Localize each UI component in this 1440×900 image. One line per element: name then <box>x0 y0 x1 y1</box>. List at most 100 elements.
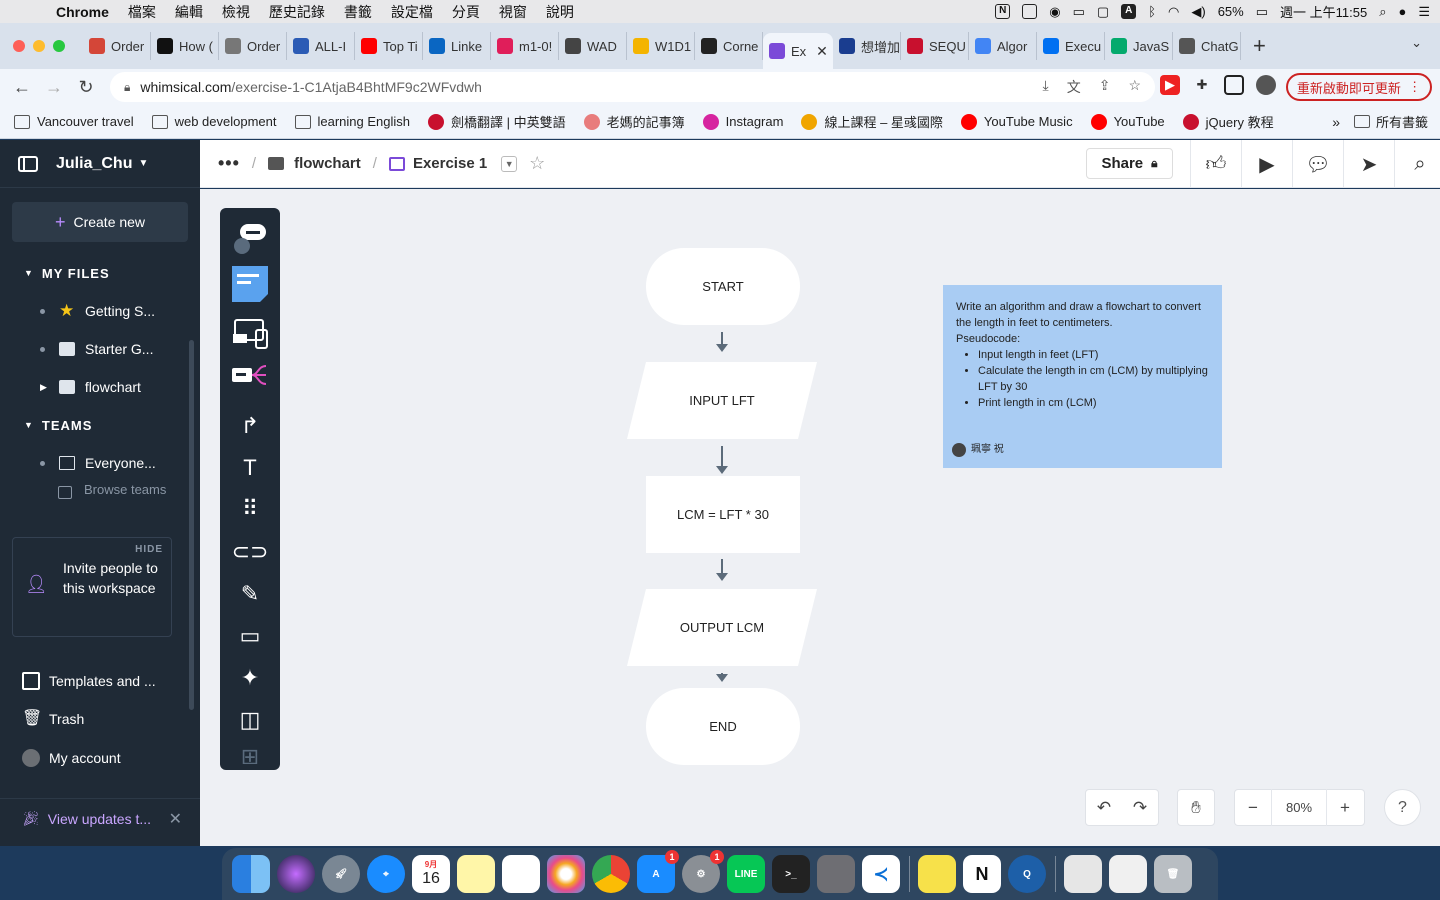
extension-red-icon[interactable]: ▶ <box>1160 75 1180 95</box>
profile-avatar[interactable] <box>1256 75 1276 95</box>
connector-arrow[interactable] <box>716 332 728 352</box>
bookmark-item[interactable]: web development <box>151 114 277 129</box>
view-updates-banner[interactable]: 🎉︎ View updates t... ✕ <box>0 798 200 838</box>
url-bar[interactable]: 🔒︎ whimsical.com/exercise-1-C1AtjaB4BhtM… <box>110 72 1155 102</box>
browser-tab[interactable]: Ex ✕ <box>763 33 833 69</box>
connector-arrow[interactable] <box>716 559 728 581</box>
wireframe-tool-icon[interactable] <box>232 316 268 352</box>
browser-tab[interactable]: Order <box>219 32 287 60</box>
templates-link[interactable]: Templates and ... <box>0 663 188 699</box>
zoom-window-button[interactable] <box>53 40 65 52</box>
browser-tab[interactable]: 想增加 <box>833 32 901 60</box>
minimize-window-button[interactable] <box>33 40 45 52</box>
bookmark-item[interactable]: Vancouver travel <box>14 114 134 129</box>
recent-document-icon[interactable] <box>1109 855 1147 893</box>
link-tool-icon[interactable]: ⊂⊃ <box>232 534 269 570</box>
menu-history[interactable]: 歷史記錄 <box>269 2 325 22</box>
favorite-star-icon[interactable]: ☆ <box>529 153 545 174</box>
side-panel-icon[interactable] <box>1224 75 1244 95</box>
reminders-icon[interactable] <box>502 855 540 893</box>
menu-tab[interactable]: 分頁 <box>452 2 480 22</box>
menu-file[interactable]: 檔案 <box>128 2 156 22</box>
line-status-icon[interactable]: ◉ <box>1049 4 1060 20</box>
invite-card[interactable]: HIDE 👤︎ Invite people to this workspace <box>12 537 172 637</box>
forward-arrow-icon[interactable]: → <box>38 77 70 98</box>
board-canvas[interactable]: ↱ T ⠿ ⊂⊃ ✎ ▭ ✦ ◫ ⊞ START INPUT LFT LCM =… <box>200 189 1440 846</box>
bookmark-item[interactable]: YouTube Music <box>960 113 1073 130</box>
more-options-button[interactable]: ••• <box>218 153 240 174</box>
bookmark-item[interactable]: YouTube <box>1090 113 1165 130</box>
mindmap-tool-icon[interactable] <box>232 358 268 394</box>
sidebar-item-starter-guide[interactable]: Starter G... <box>0 330 200 368</box>
pencil-tool-icon[interactable]: ✎ <box>232 576 268 612</box>
photos-icon[interactable] <box>547 855 585 893</box>
my-account-link[interactable]: My account <box>0 740 188 776</box>
sidebar-item-flowchart[interactable]: ▶ flowchart <box>0 368 200 406</box>
connector-arrow[interactable] <box>716 446 728 474</box>
close-tab-icon[interactable]: ✕ <box>816 43 828 60</box>
redo-icon[interactable]: ↷ <box>1122 798 1158 818</box>
install-app-icon[interactable]: ⤓ <box>1043 77 1049 97</box>
close-window-button[interactable] <box>13 40 25 52</box>
board-menu-chevron-icon[interactable]: ▼ <box>501 155 518 172</box>
browser-tab[interactable]: How ( <box>151 32 219 60</box>
board-title[interactable]: Exercise 1 <box>413 155 487 172</box>
calculator-icon[interactable] <box>817 855 855 893</box>
browser-tab[interactable]: WAD <box>559 32 627 60</box>
undo-icon[interactable]: ↶ <box>1086 798 1122 818</box>
browser-tab[interactable]: Order <box>83 32 151 60</box>
browser-tab[interactable]: Corne <box>695 32 763 60</box>
apps-grid-tool-icon[interactable]: ⠿ <box>232 491 268 527</box>
flowchart-process[interactable]: LCM = LFT * 30 <box>646 476 800 553</box>
sidebar-item-everyone[interactable]: Everyone... <box>0 444 200 482</box>
app-store-icon[interactable]: A1 <box>637 850 679 893</box>
sidebar-item-getting-started[interactable]: ★ Getting S... <box>0 292 200 330</box>
control-center-icon[interactable]: ☰ <box>1418 4 1430 20</box>
workspace-switcher[interactable]: Julia_Chu ▼ <box>0 140 200 188</box>
window-status-icon[interactable] <box>1022 4 1038 19</box>
bookmark-item[interactable]: 線上課程 – 星彧國際 <box>801 112 943 131</box>
vscode-icon[interactable]: ≺ <box>862 855 900 893</box>
send-icon[interactable]: ➤ <box>1343 140 1394 188</box>
chrome-icon[interactable] <box>592 855 630 893</box>
display-icon[interactable]: ▢ <box>1097 4 1109 20</box>
zoom-level[interactable]: 80% <box>1271 789 1327 826</box>
back-arrow-icon[interactable]: ← <box>6 77 38 98</box>
notion-status-icon[interactable]: N <box>995 4 1011 19</box>
browser-tab[interactable]: Linke <box>423 32 491 60</box>
wifi-icon[interactable]: ◠ <box>1168 4 1179 20</box>
bookmark-item[interactable]: jQuery 教程 <box>1182 112 1274 131</box>
sticky-note[interactable]: Write an algorithm and draw a flowchart … <box>943 285 1222 468</box>
share-page-icon[interactable]: ⇪ <box>1099 77 1111 97</box>
help-button[interactable]: ? <box>1384 789 1421 826</box>
section-tool-icon[interactable]: ▭ <box>232 618 268 654</box>
connector-arrow[interactable] <box>716 673 728 682</box>
browser-tab[interactable]: Algor <box>969 32 1037 60</box>
chat-bubble-tool-icon[interactable] <box>232 220 268 256</box>
tab-search-chevron-icon[interactable]: ⌄ <box>1411 35 1422 51</box>
comments-icon[interactable]: 💬︎ <box>1292 140 1343 188</box>
bookmark-item[interactable]: Instagram <box>702 113 783 130</box>
teams-heading[interactable]: ▼ TEAMS <box>0 406 200 444</box>
browser-tab[interactable]: m1-0! <box>491 32 559 60</box>
browser-tab[interactable]: Execu <box>1037 32 1105 60</box>
flowchart-start[interactable]: START <box>646 248 800 325</box>
browser-tab[interactable]: JavaS <box>1105 32 1173 60</box>
menu-bookmarks[interactable]: 書籤 <box>344 2 372 22</box>
new-tab-button[interactable]: + <box>1253 33 1266 59</box>
flowchart-input[interactable]: INPUT LFT <box>627 362 817 439</box>
extensions-puzzle-icon[interactable]: ✚ <box>1192 75 1212 95</box>
restart-to-update-button[interactable]: 重新啟動即可更新 ⋮ <box>1286 73 1432 101</box>
bookmarks-overflow-button[interactable]: » <box>1332 114 1340 130</box>
volume-icon[interactable]: ◀) <box>1191 4 1205 20</box>
share-button[interactable]: Share 🔒︎ <box>1086 148 1173 179</box>
sidebar-scrollbar[interactable] <box>189 340 194 710</box>
sticky-note-tool-icon[interactable] <box>232 266 268 302</box>
browser-tab[interactable]: Top Ti <box>355 32 423 60</box>
sidebar-toggle-icon[interactable] <box>18 155 38 172</box>
siri-icon[interactable]: ● <box>1398 4 1406 19</box>
ai-sparkle-tool-icon[interactable]: ✦ <box>232 660 268 696</box>
safari-icon[interactable]: ⌖ <box>367 855 405 893</box>
bookmark-item[interactable]: 劍橋翻譯 | 中英雙語 <box>428 112 566 131</box>
close-icon[interactable]: ✕ <box>169 809 182 829</box>
